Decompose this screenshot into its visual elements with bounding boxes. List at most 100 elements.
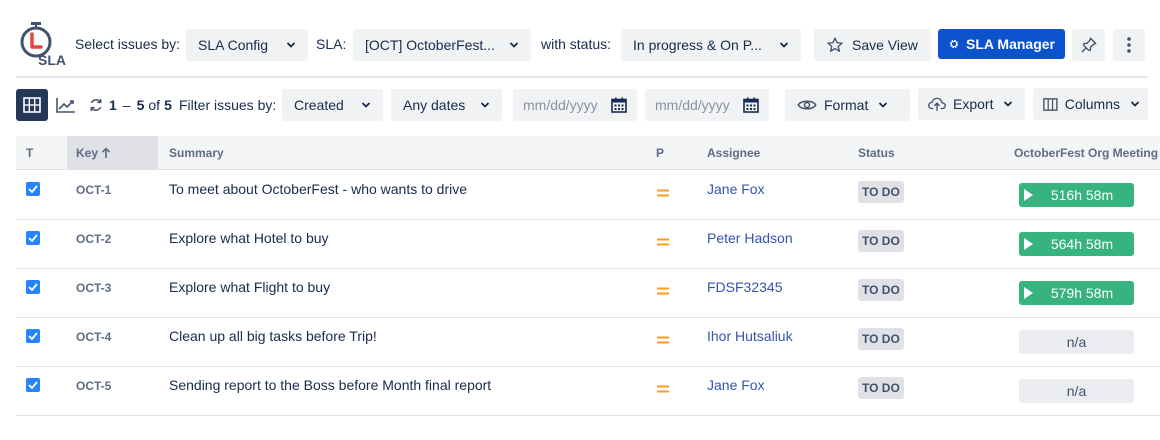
trend-chart-icon: [56, 98, 75, 113]
assignee-link[interactable]: FDSF32345: [707, 279, 782, 295]
pagination-start: 1: [109, 97, 117, 113]
row-checkbox[interactable]: [26, 231, 40, 245]
table-row[interactable]: OCT-2 Explore what Hotel to buy Peter Ha…: [16, 220, 1160, 269]
sla-dropdown[interactable]: [OCT] OctoberFest...: [353, 29, 531, 61]
sla-value: [OCT] OctoberFest...: [365, 37, 495, 53]
priority-medium-icon: [657, 385, 669, 393]
date-to-input[interactable]: mm/dd/yyyy: [645, 89, 769, 121]
table-row[interactable]: OCT-4 Clean up all big tasks before Trip…: [16, 318, 1160, 367]
chart-view-button[interactable]: [50, 89, 82, 121]
date-from-input[interactable]: mm/dd/yyyy: [513, 89, 637, 121]
status-badge: TO DO: [858, 377, 904, 399]
issue-summary[interactable]: Explore what Hotel to buy: [169, 230, 329, 246]
issue-summary[interactable]: Clean up all big tasks before Trip!: [169, 328, 377, 344]
column-header-type[interactable]: T: [26, 136, 33, 170]
date-to-placeholder: mm/dd/yyyy: [655, 97, 730, 113]
sla-timer: 579h 58m: [1019, 281, 1134, 305]
date-field-value: Created: [294, 97, 344, 113]
more-options-button[interactable]: [1113, 29, 1145, 61]
columns-button[interactable]: Columns: [1033, 88, 1148, 120]
chevron-down-icon: [879, 102, 888, 108]
column-header-sla[interactable]: OctoberFest Org Meeting: [1014, 136, 1158, 170]
format-button[interactable]: Format: [785, 89, 910, 121]
column-header-summary[interactable]: Summary: [169, 136, 224, 170]
column-header-priority[interactable]: P: [656, 136, 664, 170]
assignee-link[interactable]: Jane Fox: [707, 377, 765, 393]
calendar-icon[interactable]: [743, 97, 759, 113]
filter-issues-label: Filter issues by:: [179, 97, 277, 113]
table-row[interactable]: OCT-3 Explore what Flight to buy FDSF323…: [16, 269, 1160, 318]
sla-timer: n/a: [1019, 379, 1134, 403]
columns-label: Columns: [1064, 96, 1120, 112]
calendar-icon[interactable]: [611, 97, 627, 113]
checkmark-icon: [28, 283, 38, 291]
pagination-end: 5: [136, 97, 145, 113]
priority-medium-icon: [657, 287, 669, 295]
sla-logo: SLA: [16, 20, 68, 70]
chevron-down-icon: [1130, 101, 1140, 107]
logo-text: SLA: [38, 52, 66, 68]
select-issues-label: Select issues by:: [75, 36, 181, 52]
export-button[interactable]: Export: [918, 88, 1025, 120]
save-view-label: Save View: [852, 37, 918, 53]
more-vertical-icon: [1127, 37, 1131, 53]
issue-summary[interactable]: To meet about OctoberFest - who wants to…: [169, 181, 467, 197]
issue-key[interactable]: OCT-5: [76, 379, 111, 393]
date-range-dropdown[interactable]: Any dates: [391, 89, 502, 121]
column-header-status[interactable]: Status: [858, 136, 895, 170]
sla-timer: 564h 58m: [1019, 232, 1134, 256]
chevron-down-icon: [779, 42, 789, 48]
priority-medium-icon: [657, 336, 669, 344]
table-row[interactable]: OCT-1 To meet about OctoberFest - who wa…: [16, 171, 1160, 220]
priority-medium-icon: [657, 238, 669, 246]
pin-button[interactable]: [1072, 29, 1105, 61]
pagination: 1 – 5 of 5: [88, 97, 172, 113]
status-badge: TO DO: [858, 181, 904, 203]
date-range-value: Any dates: [403, 97, 466, 113]
row-checkbox[interactable]: [26, 378, 40, 392]
columns-icon: [1043, 97, 1058, 111]
refresh-icon[interactable]: [88, 97, 104, 113]
issue-key[interactable]: OCT-4: [76, 330, 111, 344]
play-icon: [1023, 189, 1033, 201]
row-checkbox[interactable]: [26, 182, 40, 196]
sla-manager-button[interactable]: SLA Manager: [938, 29, 1065, 59]
assignee-link[interactable]: Jane Fox: [707, 181, 765, 197]
sla-manager-label: SLA Manager: [966, 36, 1055, 52]
column-header-key[interactable]: Key: [67, 136, 158, 170]
column-header-key-label: Key: [76, 146, 99, 160]
save-view-button[interactable]: Save View: [814, 29, 931, 61]
play-icon: [1023, 238, 1033, 250]
issue-summary[interactable]: Explore what Flight to buy: [169, 279, 330, 295]
status-value: In progress & On P...: [633, 37, 762, 53]
issue-summary[interactable]: Sending report to the Boss before Month …: [169, 377, 491, 393]
chevron-down-icon: [286, 42, 296, 48]
pagination-total: 5: [164, 97, 172, 113]
priority-medium-icon: [657, 189, 669, 197]
grid-view-button[interactable]: [16, 89, 48, 121]
select-issues-dropdown[interactable]: SLA Config: [186, 29, 308, 61]
chevron-down-icon: [1004, 101, 1013, 107]
pagination-of: of: [148, 97, 161, 113]
assignee-link[interactable]: Peter Hadson: [707, 230, 793, 246]
date-from-placeholder: mm/dd/yyyy: [523, 97, 598, 113]
status-badge: TO DO: [858, 328, 904, 350]
grid-icon: [23, 97, 41, 113]
column-header-assignee[interactable]: Assignee: [707, 136, 760, 170]
issue-key[interactable]: OCT-2: [76, 232, 111, 246]
checkmark-icon: [28, 381, 38, 389]
date-field-dropdown[interactable]: Created: [282, 89, 383, 121]
issue-key[interactable]: OCT-3: [76, 281, 111, 295]
table-row[interactable]: OCT-5 Sending report to the Boss before …: [16, 367, 1160, 416]
row-checkbox[interactable]: [26, 280, 40, 294]
status-dropdown[interactable]: In progress & On P...: [621, 29, 801, 61]
sla-timer-value: 564h 58m: [1050, 236, 1114, 252]
pagination-dash: –: [122, 97, 131, 113]
issue-key[interactable]: OCT-1: [76, 183, 111, 197]
status-badge: TO DO: [858, 279, 904, 301]
assignee-link[interactable]: Ihor Hutsaliuk: [707, 328, 793, 344]
select-issues-value: SLA Config: [198, 37, 269, 53]
row-checkbox[interactable]: [26, 329, 40, 343]
toolbar-divider: [16, 76, 1148, 78]
status-filter-label: with status:: [541, 36, 612, 52]
